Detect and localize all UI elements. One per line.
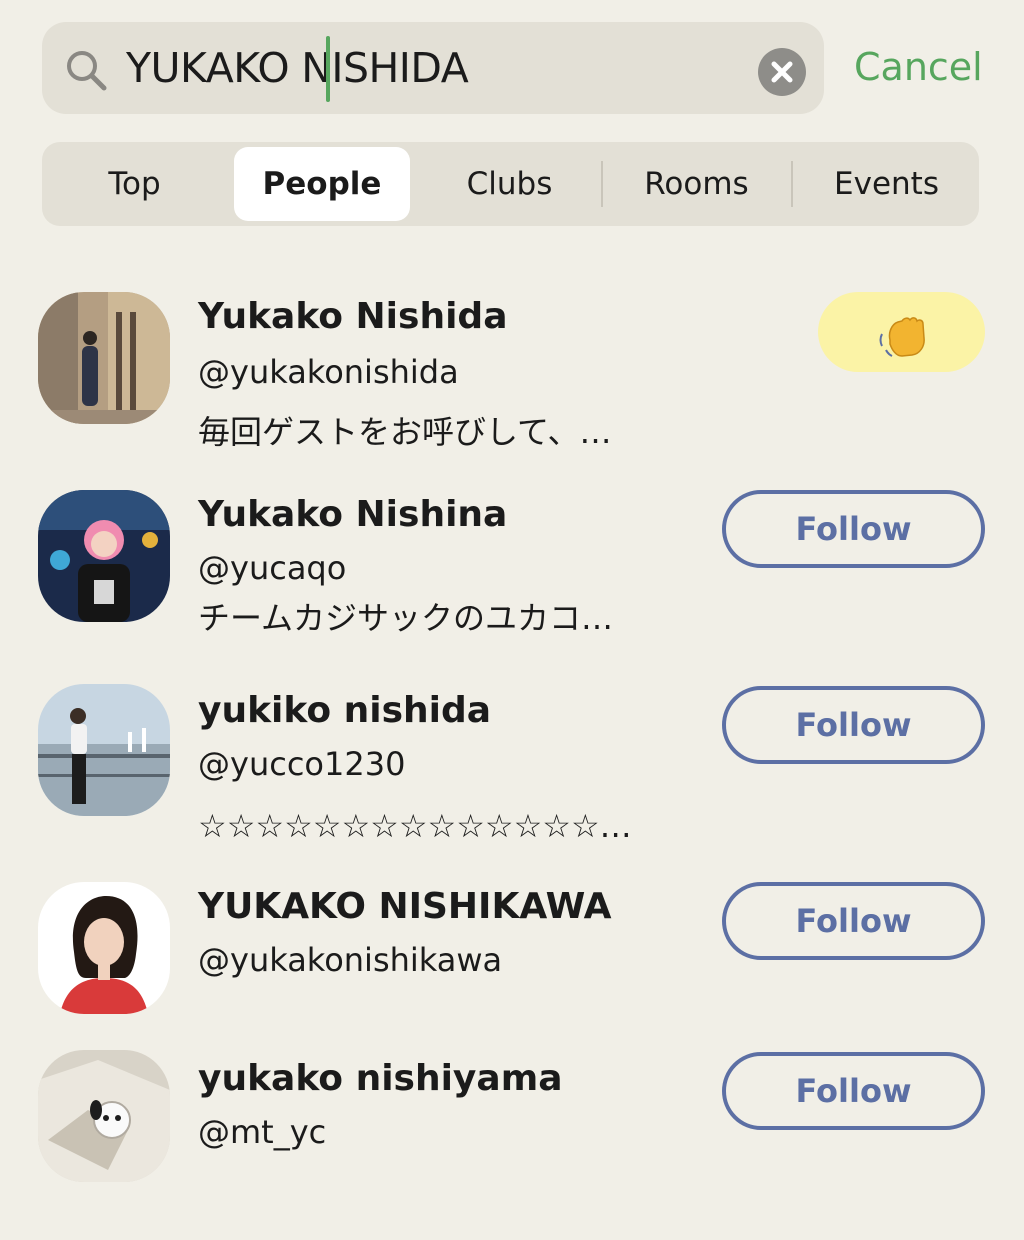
tab-divider [601,161,603,207]
list-item[interactable]: yukiko nishida @yucco1230 ☆☆☆☆☆☆☆☆☆☆☆☆☆☆… [0,684,1024,874]
follow-button[interactable]: Follow [722,882,985,960]
cancel-button[interactable]: Cancel [854,40,983,94]
avatar[interactable] [38,882,170,1014]
tab-rooms[interactable]: Rooms [604,142,789,226]
user-handle: @yukakonishida [198,353,459,391]
user-name: yukiko nishida [198,690,492,731]
waving-hand-icon [879,317,925,357]
list-item[interactable]: Yukako Nishida @yukakonishida 毎回ゲストをお呼びし… [0,288,1024,478]
list-item[interactable]: YUKAKO NISHIKAWA @yukakonishikawa Follow [0,880,1024,1070]
tab-clubs[interactable]: Clubs [417,142,602,226]
user-name: Yukako Nishina [198,494,508,535]
avatar[interactable] [38,490,170,622]
avatar[interactable] [38,1050,170,1182]
user-bio: ☆☆☆☆☆☆☆☆☆☆☆☆☆☆… [198,807,632,845]
user-name: yukako nishiyama [198,1058,563,1099]
tab-events[interactable]: Events [794,142,979,226]
user-name: YUKAKO NISHIKAWA [198,886,612,927]
user-handle: @yucaqo [198,549,347,587]
user-bio: 毎回ゲストをお呼びして、… [198,413,612,451]
search-category-tabs: Top People Clubs Rooms Events [42,142,979,226]
clear-search-button[interactable] [758,48,806,96]
user-handle: @yucco1230 [198,745,406,783]
search-input[interactable]: YUKAKO NISHIDA [42,22,824,114]
user-bio: チームカジサックのユカコ… [198,599,614,637]
tab-people[interactable]: People [234,147,410,221]
avatar[interactable] [38,684,170,816]
close-icon [771,61,793,83]
follow-button[interactable]: Follow [722,490,985,568]
tab-top[interactable]: Top [42,142,227,226]
search-query-part1: YUKAKO [126,44,290,92]
avatar[interactable] [38,292,170,424]
list-item[interactable]: yukako nishiyama @mt_yc Follow [0,1050,1024,1240]
wave-button[interactable] [818,292,985,372]
search-icon [67,51,107,91]
user-handle: @mt_yc [198,1113,327,1151]
user-handle: @yukakonishikawa [198,941,503,979]
list-item[interactable]: Yukako Nishina @yucaqo チームカジサックのユカコ… Fol… [0,486,1024,676]
text-cursor [326,36,330,102]
tab-divider [791,161,793,207]
follow-button[interactable]: Follow [722,686,985,764]
user-name: Yukako Nishida [198,296,508,337]
search-query: YUKAKO NISHIDA [126,40,469,96]
follow-button[interactable]: Follow [722,1052,985,1130]
search-header: YUKAKO NISHIDA Cancel [0,0,1024,130]
